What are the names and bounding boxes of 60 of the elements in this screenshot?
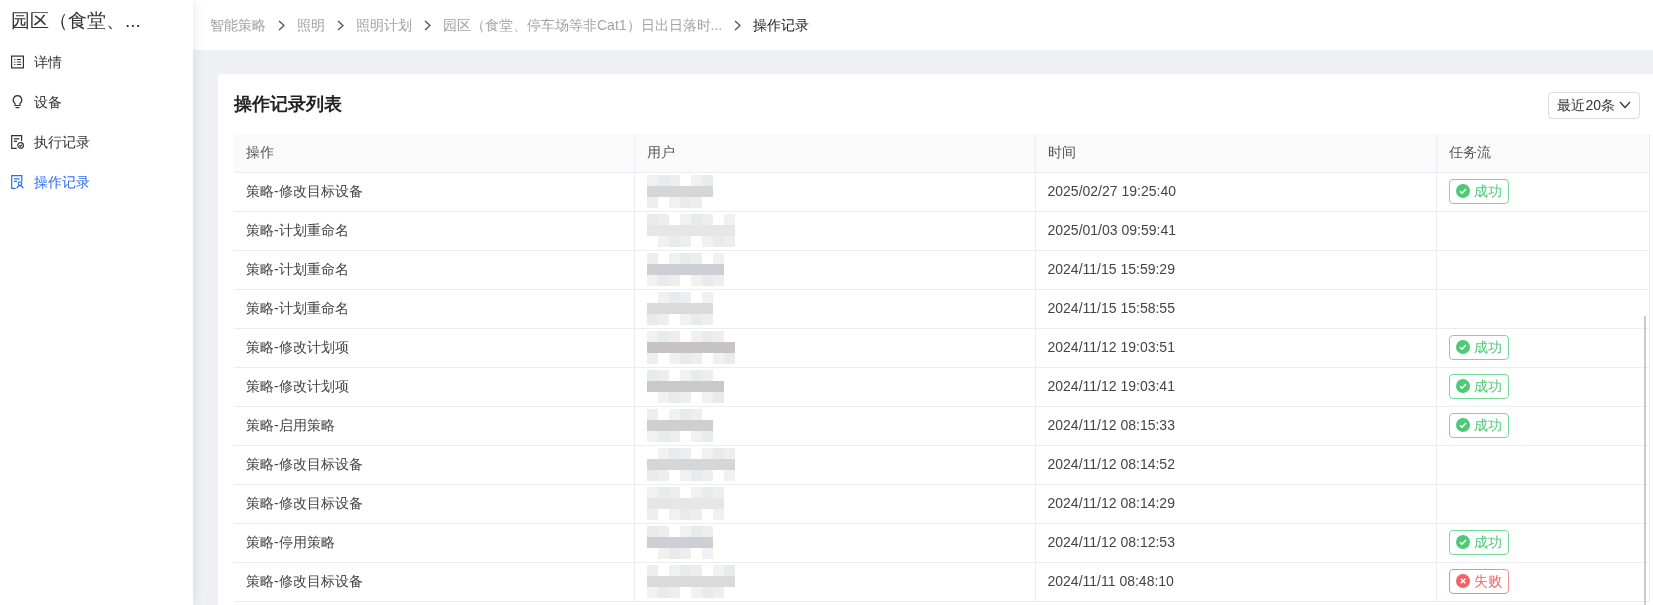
column-header: 操作: [234, 134, 634, 172]
breadcrumb-link[interactable]: 照明计划: [356, 14, 412, 36]
card-title: 操作记录列表: [234, 94, 342, 116]
time-cell: 2024/11/15 15:59:29: [1035, 250, 1436, 289]
status-label: 成功: [1473, 376, 1502, 396]
operation-cell: 策略-修改目标设备: [234, 445, 634, 484]
operation-cell: 策略-修改目标设备: [234, 172, 634, 211]
sidebar-title: 园区（食堂、...: [10, 9, 142, 33]
time-cell: 2024/11/12 08:14:29: [1035, 484, 1436, 523]
time-cell: 2024/11/12 08:15:33: [1035, 406, 1436, 445]
breadcrumb-link[interactable]: 园区（食堂、停车场等非Cat1）日出日落时...: [443, 14, 723, 36]
time-cell: 2025/02/27 19:25:40: [1035, 172, 1436, 211]
operation-cell: 策略-修改目标设备: [234, 484, 634, 523]
column-header: 用户: [634, 134, 1035, 172]
sidebar-item[interactable]: 操作记录: [0, 162, 193, 202]
chevron-right-icon: [734, 19, 742, 31]
operation-cell: 策略-计划重命名: [234, 211, 634, 250]
breadcrumb-current: 操作记录: [753, 15, 810, 35]
chevron-right-icon: [278, 19, 285, 31]
time-cell: 2024/11/12 08:12:53: [1035, 523, 1436, 562]
check-circle-icon: [1455, 340, 1470, 355]
cross-circle-icon: [1455, 574, 1470, 589]
chevron-right-icon: [337, 19, 344, 31]
time-cell: 2024/11/12 08:14:52: [1035, 445, 1436, 484]
column-header: 任务流: [1436, 134, 1650, 172]
check-circle-icon: [1455, 418, 1470, 433]
sidebar-item[interactable]: 详情: [0, 42, 193, 82]
status-label: 成功: [1473, 181, 1502, 201]
status-label: 成功: [1473, 532, 1502, 552]
range-dropdown[interactable]: 最近20条: [1548, 91, 1640, 119]
scrollbar-thumb[interactable]: [1644, 316, 1646, 605]
document-person-icon: [11, 175, 24, 189]
chevron-right-icon: [424, 19, 431, 31]
check-circle-icon: [1455, 379, 1470, 394]
sidebar-item[interactable]: 执行记录: [0, 122, 193, 162]
status-label: 成功: [1473, 337, 1502, 357]
time-cell: 2024/11/11 08:48:10: [1035, 562, 1436, 601]
operation-cell: 策略-修改计划项: [234, 367, 634, 406]
operation-cell: 策略-计划重命名: [234, 289, 634, 328]
list-document-icon: [11, 55, 24, 69]
document-check-icon: [11, 135, 24, 149]
operation-cell: 策略-修改目标设备: [234, 562, 634, 601]
operation-cell: 策略-启用策略: [234, 406, 634, 445]
time-cell: 2024/11/12 19:03:41: [1035, 367, 1436, 406]
operation-cell: 策略-计划重命名: [234, 250, 634, 289]
operation-cell: 策略-修改计划项: [234, 328, 634, 367]
sidebar-item[interactable]: 设备: [0, 82, 193, 122]
status-label: 成功: [1473, 415, 1502, 435]
time-cell: 2024/11/15 15:58:55: [1035, 289, 1436, 328]
breadcrumb-link[interactable]: 智能策略: [210, 14, 266, 36]
check-circle-icon: [1455, 184, 1470, 199]
check-circle-icon: [1455, 535, 1470, 550]
time-cell: 2024/11/12 19:03:51: [1035, 328, 1436, 367]
breadcrumb-link[interactable]: 照明: [297, 14, 325, 36]
lightbulb-icon: [11, 95, 24, 109]
status-label: 失败: [1473, 571, 1502, 591]
column-header: 时间: [1035, 134, 1436, 172]
operation-cell: 策略-停用策略: [234, 523, 634, 562]
time-cell: 2025/01/03 09:59:41: [1035, 211, 1436, 250]
chevron-down-icon: [1619, 101, 1631, 109]
